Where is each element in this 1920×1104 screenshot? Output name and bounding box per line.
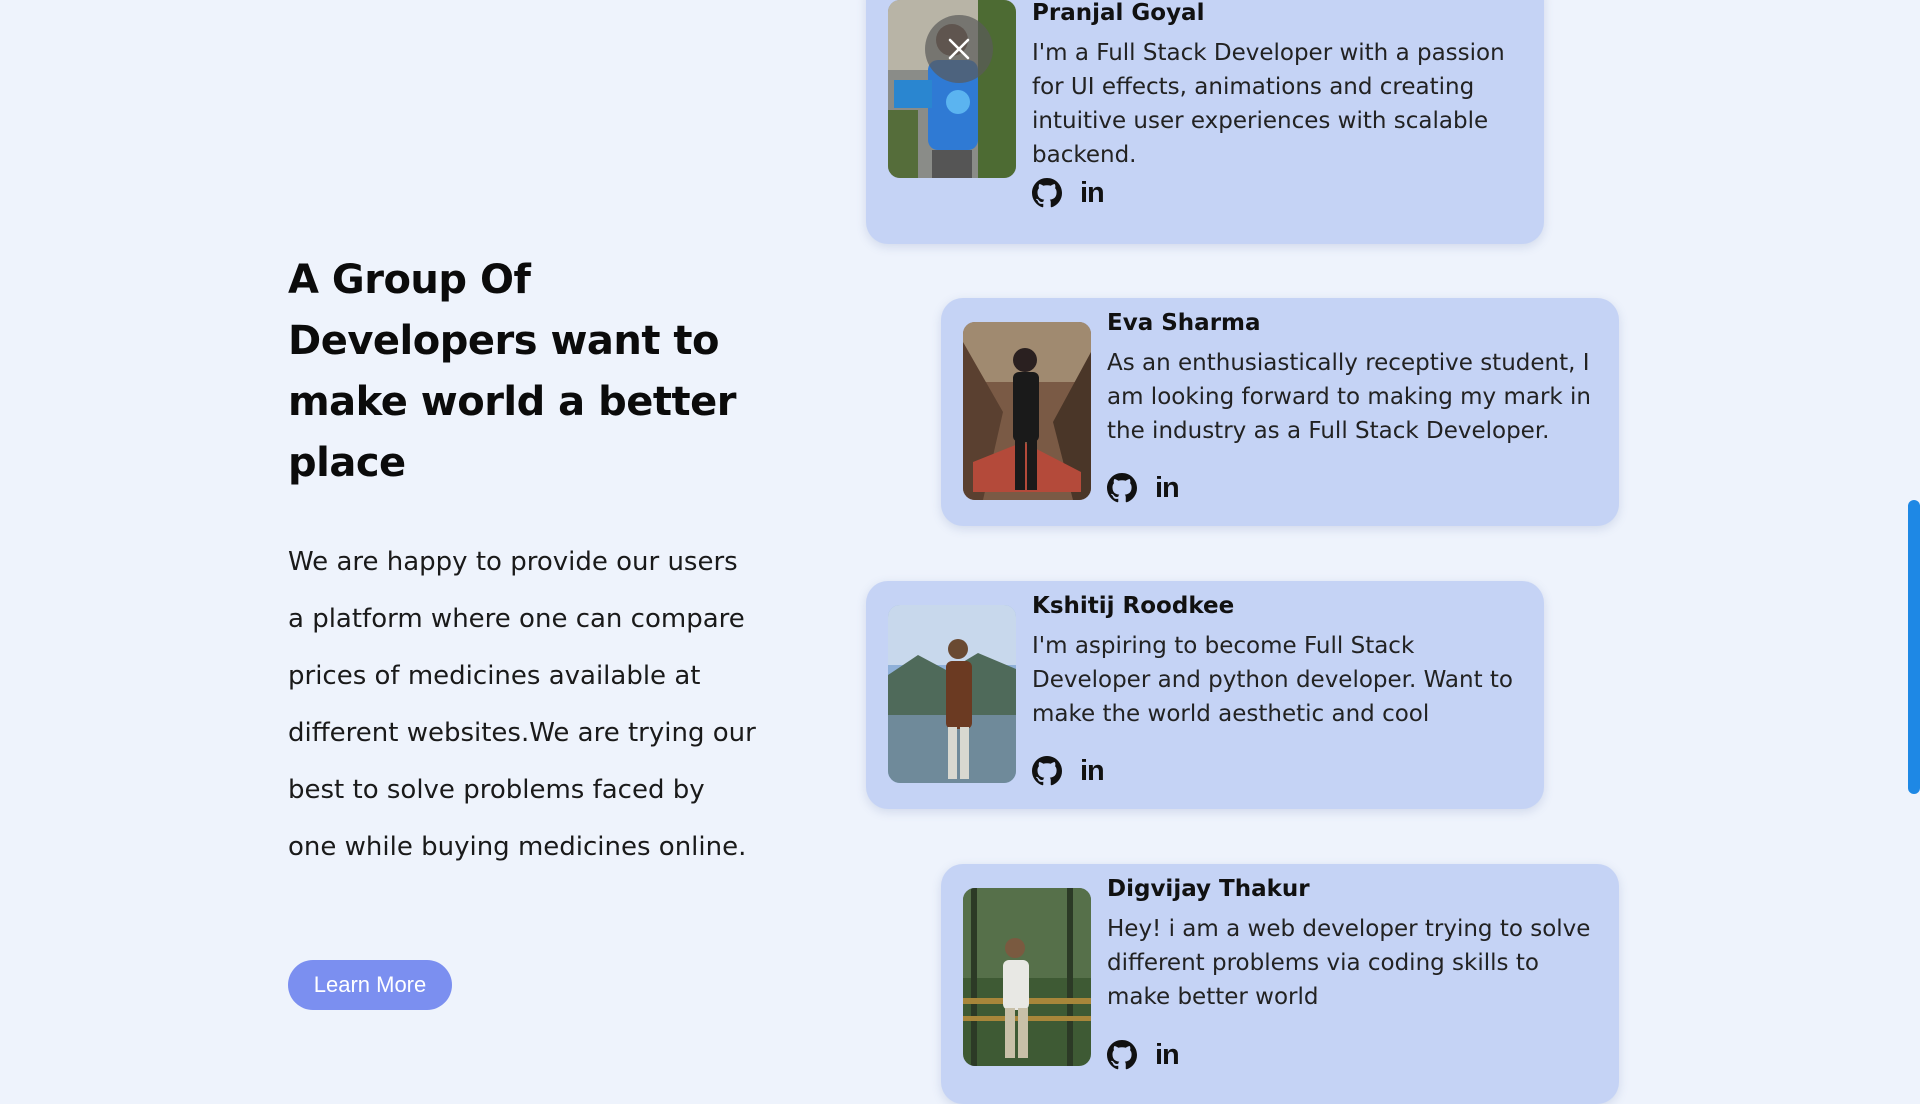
developer-card: Digvijay Thakur Hey! i am a web develope… — [941, 864, 1619, 1104]
linkedin-icon[interactable]: in — [1080, 177, 1105, 210]
social-links: in — [1107, 471, 1180, 505]
intro-section: A Group Of Developers want to make world… — [288, 250, 758, 876]
developer-name: Digvijay Thakur — [1107, 876, 1310, 902]
developer-name: Pranjal Goyal — [1032, 0, 1205, 26]
social-links: in — [1107, 1038, 1180, 1072]
social-links: in — [1032, 754, 1105, 788]
github-icon[interactable] — [1107, 1040, 1137, 1070]
developer-bio: I'm a Full Stack Developer with a passio… — [1032, 40, 1505, 168]
developer-photo — [888, 605, 1016, 783]
developer-bio: As an enthusiastically receptive student… — [1107, 350, 1592, 444]
developer-bio: Hey! i am a web developer trying to solv… — [1107, 916, 1591, 1010]
developer-name: Kshitij Roodkee — [1032, 593, 1235, 619]
github-icon[interactable] — [1107, 473, 1137, 503]
linkedin-icon[interactable]: in — [1155, 472, 1180, 505]
linkedin-icon[interactable]: in — [1080, 755, 1105, 788]
scrollbar-thumb[interactable] — [1908, 500, 1920, 794]
developer-card: Kshitij Roodkee I'm aspiring to become F… — [866, 581, 1544, 809]
developer-bio: I'm aspiring to become Full Stack Develo… — [1032, 633, 1514, 727]
github-icon[interactable] — [1032, 756, 1062, 786]
intro-text: We are happy to provide our users a plat… — [288, 547, 756, 862]
developer-photo — [963, 322, 1091, 500]
learn-more-button[interactable]: Learn More — [288, 960, 452, 1010]
developer-photo — [963, 888, 1091, 1066]
linkedin-icon[interactable]: in — [1155, 1039, 1180, 1072]
page-heading: A Group Of Developers want to make world… — [288, 257, 736, 486]
social-links: in — [1032, 176, 1105, 210]
github-icon[interactable] — [1032, 178, 1062, 208]
developer-name: Eva Sharma — [1107, 310, 1261, 336]
close-icon — [948, 38, 970, 60]
developer-card: Eva Sharma As an enthusiastically recept… — [941, 298, 1619, 526]
close-button[interactable] — [925, 15, 993, 83]
